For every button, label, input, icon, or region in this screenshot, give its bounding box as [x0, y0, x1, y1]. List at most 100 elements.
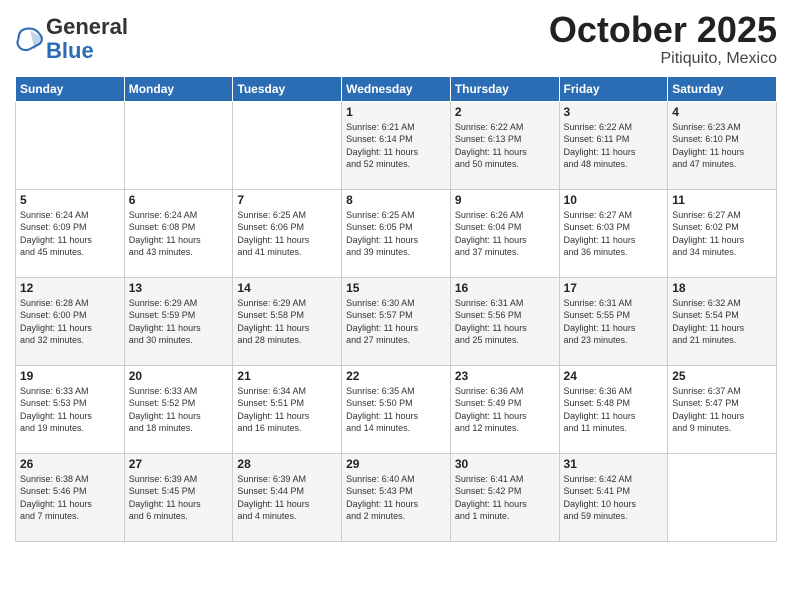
day-number: 18: [672, 281, 772, 295]
day-info: Sunrise: 6:36 AM Sunset: 5:48 PM Dayligh…: [564, 385, 664, 435]
day-info: Sunrise: 6:25 AM Sunset: 6:05 PM Dayligh…: [346, 209, 446, 259]
day-number: 29: [346, 457, 446, 471]
calendar-cell: [124, 101, 233, 189]
calendar-cell: [233, 101, 342, 189]
day-info: Sunrise: 6:31 AM Sunset: 5:56 PM Dayligh…: [455, 297, 555, 347]
day-number: 14: [237, 281, 337, 295]
calendar-cell: 17 Sunrise: 6:31 AM Sunset: 5:55 PM Dayli…: [559, 277, 668, 365]
day-info: Sunrise: 6:22 AM Sunset: 6:11 PM Dayligh…: [564, 121, 664, 171]
day-number: 23: [455, 369, 555, 383]
calendar-cell: 5 Sunrise: 6:24 AM Sunset: 6:09 PM Daylig…: [16, 189, 125, 277]
day-number: 5: [20, 193, 120, 207]
day-info: Sunrise: 6:21 AM Sunset: 6:14 PM Dayligh…: [346, 121, 446, 171]
day-info: Sunrise: 6:23 AM Sunset: 6:10 PM Dayligh…: [672, 121, 772, 171]
calendar-cell: 20 Sunrise: 6:33 AM Sunset: 5:52 PM Dayli…: [124, 365, 233, 453]
day-info: Sunrise: 6:22 AM Sunset: 6:13 PM Dayligh…: [455, 121, 555, 171]
day-number: 30: [455, 457, 555, 471]
logo-blue-text: Blue: [46, 38, 94, 63]
calendar-cell: 24 Sunrise: 6:36 AM Sunset: 5:48 PM Dayli…: [559, 365, 668, 453]
calendar-cell: 3 Sunrise: 6:22 AM Sunset: 6:11 PM Daylig…: [559, 101, 668, 189]
day-number: 9: [455, 193, 555, 207]
day-info: Sunrise: 6:40 AM Sunset: 5:43 PM Dayligh…: [346, 473, 446, 523]
calendar-cell: 9 Sunrise: 6:26 AM Sunset: 6:04 PM Daylig…: [450, 189, 559, 277]
day-info: Sunrise: 6:37 AM Sunset: 5:47 PM Dayligh…: [672, 385, 772, 435]
calendar-cell: 14 Sunrise: 6:29 AM Sunset: 5:58 PM Dayli…: [233, 277, 342, 365]
day-info: Sunrise: 6:24 AM Sunset: 6:09 PM Dayligh…: [20, 209, 120, 259]
day-number: 19: [20, 369, 120, 383]
day-number: 15: [346, 281, 446, 295]
calendar-cell: 21 Sunrise: 6:34 AM Sunset: 5:51 PM Dayli…: [233, 365, 342, 453]
calendar-header: SundayMondayTuesdayWednesdayThursdayFrid…: [16, 76, 777, 101]
day-number: 28: [237, 457, 337, 471]
day-info: Sunrise: 6:42 AM Sunset: 5:41 PM Dayligh…: [564, 473, 664, 523]
day-info: Sunrise: 6:28 AM Sunset: 6:00 PM Dayligh…: [20, 297, 120, 347]
weekday-header-sunday: Sunday: [16, 76, 125, 101]
logo: General Blue: [15, 15, 128, 63]
day-number: 26: [20, 457, 120, 471]
day-number: 20: [129, 369, 229, 383]
day-info: Sunrise: 6:34 AM Sunset: 5:51 PM Dayligh…: [237, 385, 337, 435]
month-title: October 2025: [549, 10, 777, 50]
calendar-cell: [16, 101, 125, 189]
calendar-cell: 11Sunrise: 6:27 AM Sunset: 6:02 PM Dayli…: [668, 189, 777, 277]
day-info: Sunrise: 6:39 AM Sunset: 5:45 PM Dayligh…: [129, 473, 229, 523]
calendar-cell: 7Sunrise: 6:25 AM Sunset: 6:06 PM Daylig…: [233, 189, 342, 277]
calendar-table: SundayMondayTuesdayWednesdayThursdayFrid…: [15, 76, 777, 542]
day-info: Sunrise: 6:25 AM Sunset: 6:06 PM Dayligh…: [237, 209, 337, 259]
calendar-cell: 31 Sunrise: 6:42 AM Sunset: 5:41 PM Dayli…: [559, 453, 668, 541]
calendar-cell: 25 Sunrise: 6:37 AM Sunset: 5:47 PM Dayli…: [668, 365, 777, 453]
day-info: Sunrise: 6:29 AM Sunset: 5:58 PM Dayligh…: [237, 297, 337, 347]
calendar-cell: 12 Sunrise: 6:28 AM Sunset: 6:00 PM Dayli…: [16, 277, 125, 365]
day-info: Sunrise: 6:33 AM Sunset: 5:52 PM Dayligh…: [129, 385, 229, 435]
logo-general-text: General: [46, 14, 128, 39]
calendar-cell: 27 Sunrise: 6:39 AM Sunset: 5:45 PM Dayli…: [124, 453, 233, 541]
calendar-cell: 13 Sunrise: 6:29 AM Sunset: 5:59 PM Dayli…: [124, 277, 233, 365]
location: Pitiquito, Mexico: [549, 50, 777, 68]
day-info: Sunrise: 6:32 AM Sunset: 5:54 PM Dayligh…: [672, 297, 772, 347]
weekday-header-friday: Friday: [559, 76, 668, 101]
calendar-cell: 22Sunrise: 6:35 AM Sunset: 5:50 PM Dayli…: [342, 365, 451, 453]
calendar-cell: 18 Sunrise: 6:32 AM Sunset: 5:54 PM Dayli…: [668, 277, 777, 365]
day-number: 25: [672, 369, 772, 383]
day-number: 13: [129, 281, 229, 295]
day-info: Sunrise: 6:35 AM Sunset: 5:50 PM Dayligh…: [346, 385, 446, 435]
day-number: 1: [346, 105, 446, 119]
day-number: 16: [455, 281, 555, 295]
day-info: Sunrise: 6:29 AM Sunset: 5:59 PM Dayligh…: [129, 297, 229, 347]
weekday-header-wednesday: Wednesday: [342, 76, 451, 101]
day-info: Sunrise: 6:39 AM Sunset: 5:44 PM Dayligh…: [237, 473, 337, 523]
day-number: 11: [672, 193, 772, 207]
calendar-cell: 10Sunrise: 6:27 AM Sunset: 6:03 PM Dayli…: [559, 189, 668, 277]
day-number: 27: [129, 457, 229, 471]
day-number: 4: [672, 105, 772, 119]
day-info: Sunrise: 6:26 AM Sunset: 6:04 PM Dayligh…: [455, 209, 555, 259]
calendar-cell: 4 Sunrise: 6:23 AM Sunset: 6:10 PM Daylig…: [668, 101, 777, 189]
calendar-cell: 23Sunrise: 6:36 AM Sunset: 5:49 PM Dayli…: [450, 365, 559, 453]
calendar-cell: 29 Sunrise: 6:40 AM Sunset: 5:43 PM Dayli…: [342, 453, 451, 541]
weekday-header-tuesday: Tuesday: [233, 76, 342, 101]
calendar-cell: 2 Sunrise: 6:22 AM Sunset: 6:13 PM Daylig…: [450, 101, 559, 189]
day-number: 12: [20, 281, 120, 295]
day-number: 24: [564, 369, 664, 383]
weekday-header-saturday: Saturday: [668, 76, 777, 101]
calendar-cell: 15Sunrise: 6:30 AM Sunset: 5:57 PM Dayli…: [342, 277, 451, 365]
calendar-cell: 30 Sunrise: 6:41 AM Sunset: 5:42 PM Dayli…: [450, 453, 559, 541]
calendar-cell: 26 Sunrise: 6:38 AM Sunset: 5:46 PM Dayli…: [16, 453, 125, 541]
day-number: 31: [564, 457, 664, 471]
day-info: Sunrise: 6:27 AM Sunset: 6:03 PM Dayligh…: [564, 209, 664, 259]
logo-icon: [15, 25, 43, 53]
day-info: Sunrise: 6:31 AM Sunset: 5:55 PM Dayligh…: [564, 297, 664, 347]
day-number: 6: [129, 193, 229, 207]
day-number: 21: [237, 369, 337, 383]
day-number: 3: [564, 105, 664, 119]
title-block: October 2025 Pitiquito, Mexico: [549, 10, 777, 68]
day-number: 2: [455, 105, 555, 119]
calendar-cell: 16 Sunrise: 6:31 AM Sunset: 5:56 PM Dayli…: [450, 277, 559, 365]
day-info: Sunrise: 6:24 AM Sunset: 6:08 PM Dayligh…: [129, 209, 229, 259]
day-number: 17: [564, 281, 664, 295]
day-info: Sunrise: 6:38 AM Sunset: 5:46 PM Dayligh…: [20, 473, 120, 523]
page-header: General Blue October 2025 Pitiquito, Mex…: [15, 10, 777, 68]
day-info: Sunrise: 6:41 AM Sunset: 5:42 PM Dayligh…: [455, 473, 555, 523]
weekday-header-monday: Monday: [124, 76, 233, 101]
calendar-cell: 19Sunrise: 6:33 AM Sunset: 5:53 PM Dayli…: [16, 365, 125, 453]
